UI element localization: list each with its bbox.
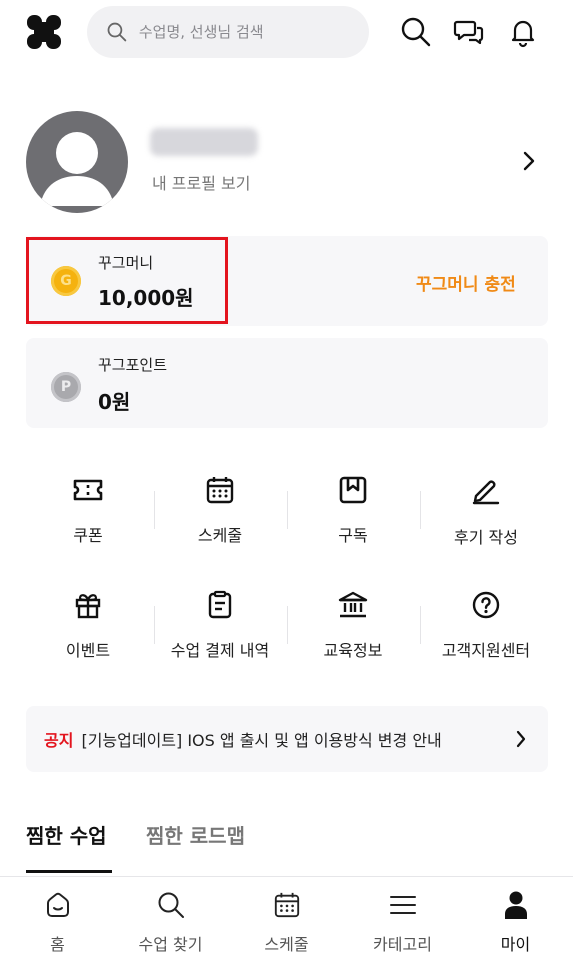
- search-icon: [158, 892, 184, 918]
- tab-liked-classes[interactable]: 찜한 수업: [26, 820, 107, 849]
- nav-label: 수업 찾기: [138, 935, 203, 954]
- bottom-nav-border: [0, 876, 573, 877]
- schedule-menu[interactable]: 스케줄: [154, 472, 286, 546]
- search-bar[interactable]: [87, 6, 369, 58]
- logo-icon: [27, 15, 61, 49]
- calendar-icon: [206, 477, 234, 504]
- nav-label: 카테고리: [373, 935, 432, 954]
- search-icon: [107, 22, 127, 42]
- nav-schedule[interactable]: 스케줄: [229, 885, 344, 955]
- nav-my[interactable]: 마이: [458, 885, 573, 955]
- header-search-button[interactable]: [398, 14, 434, 50]
- review-menu[interactable]: 후기 작성: [420, 472, 552, 548]
- menu-label: 쿠폰: [73, 526, 103, 545]
- search-input[interactable]: [136, 22, 369, 42]
- nav-label: 홈: [50, 935, 65, 954]
- gift-icon: [75, 594, 101, 619]
- receipt-icon: [208, 590, 232, 619]
- notice-banner[interactable]: 공지 [기능업데이트] IOS 앱 출시 및 앱 이용방식 변경 안내: [26, 706, 548, 772]
- nav-category[interactable]: 카테고리: [345, 885, 460, 955]
- menu-label: 스케줄: [197, 526, 243, 545]
- calendar-icon: [274, 892, 299, 918]
- menu-label: 이벤트: [65, 641, 111, 660]
- education-info-menu[interactable]: 교육정보: [287, 587, 419, 661]
- points-value: 0원: [98, 390, 131, 414]
- menu-label: 수업 결제 내역: [170, 641, 270, 660]
- profile-chevron-icon[interactable]: [520, 148, 538, 178]
- subscribe-icon: [339, 476, 367, 504]
- points-card[interactable]: P 꾸그포인트 0원: [26, 338, 548, 428]
- nav-search[interactable]: 수업 찾기: [113, 885, 228, 955]
- menu-label: 후기 작성: [454, 528, 518, 547]
- nav-label: 스케줄: [264, 935, 309, 954]
- subscribe-menu[interactable]: 구독: [287, 472, 419, 546]
- ticket-icon: [73, 479, 103, 501]
- payment-history-menu[interactable]: 수업 결제 내역: [154, 587, 286, 661]
- menu-label: 교육정보: [323, 641, 383, 660]
- points-label: 꾸그포인트: [98, 356, 168, 374]
- notice-text: [기능업데이트] IOS 앱 출시 및 앱 이용방식 변경 안내: [81, 731, 442, 750]
- bell-icon: [511, 20, 535, 48]
- home-icon: [46, 892, 69, 917]
- profile-link[interactable]: 내 프로필 보기: [152, 170, 251, 194]
- highlight-box: [26, 237, 228, 324]
- event-menu[interactable]: 이벤트: [22, 587, 154, 661]
- active-tab-indicator: [26, 870, 112, 873]
- help-icon: [472, 591, 500, 619]
- institution-icon: [338, 591, 368, 618]
- tab-liked-roadmaps[interactable]: 찜한 로드맵: [146, 820, 245, 849]
- search-icon: [401, 17, 431, 47]
- chevron-right-icon: [516, 730, 526, 748]
- app-logo[interactable]: [26, 14, 62, 50]
- notice-tag: 공지: [44, 731, 74, 750]
- menu-label: 고객지원센터: [441, 641, 531, 660]
- menu-label: 구독: [338, 526, 368, 545]
- menu-icon: [389, 896, 416, 914]
- chat-icon: [453, 20, 484, 45]
- chat-button[interactable]: [451, 14, 487, 50]
- silver-coin-icon: P: [51, 372, 81, 402]
- avatar[interactable]: [26, 111, 128, 213]
- coin-symbol: P: [60, 379, 72, 395]
- nav-home[interactable]: 홈: [0, 885, 115, 955]
- pencil-icon: [472, 480, 500, 505]
- default-avatar-icon: [40, 132, 114, 206]
- notification-button[interactable]: [505, 14, 541, 50]
- nav-label: 마이: [500, 935, 531, 954]
- customer-support-menu[interactable]: 고객지원센터: [420, 587, 552, 661]
- user-icon: [504, 891, 527, 919]
- user-name-blurred: [150, 128, 258, 156]
- money-charge-link[interactable]: 꾸그머니 충전: [416, 270, 516, 295]
- coupon-menu[interactable]: 쿠폰: [22, 472, 154, 546]
